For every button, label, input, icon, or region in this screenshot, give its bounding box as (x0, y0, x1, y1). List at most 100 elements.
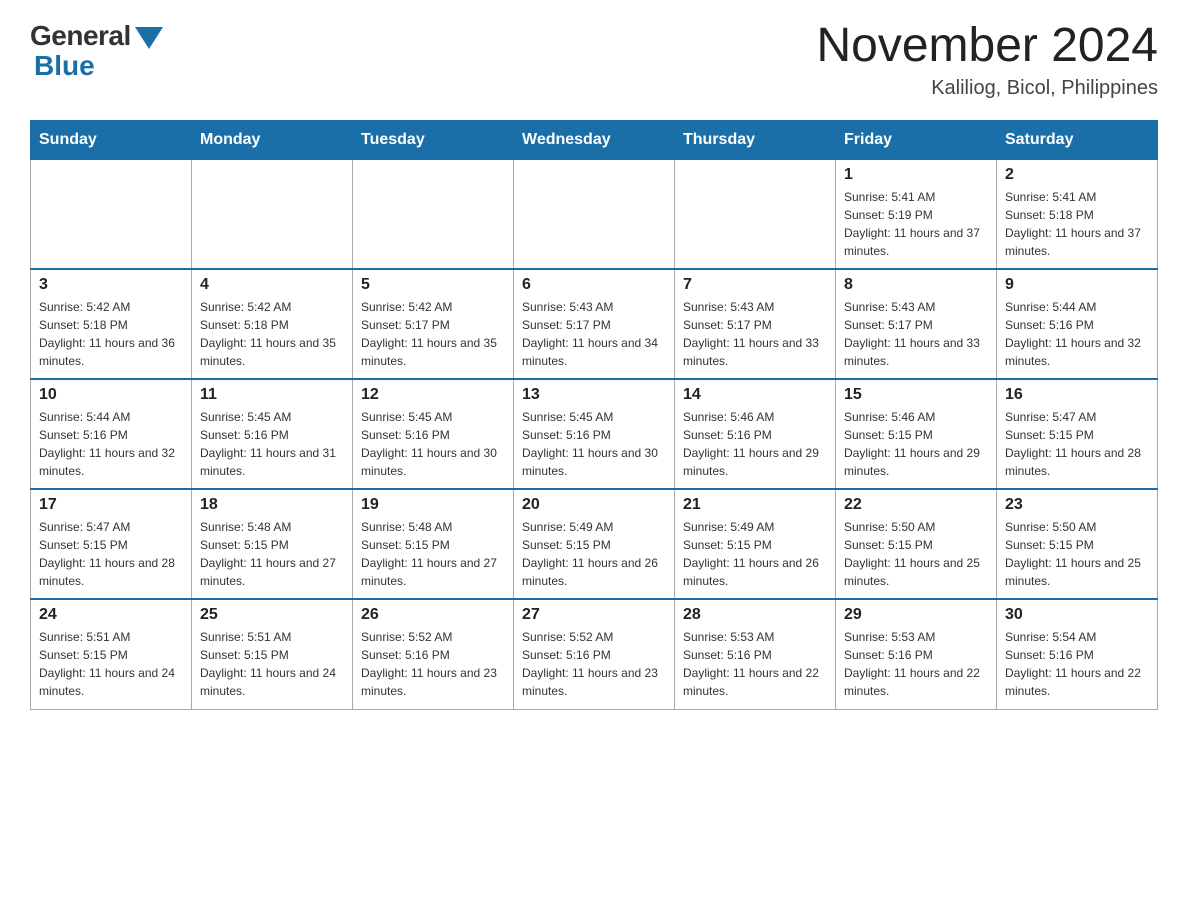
calendar-day-cell: 26 Sunrise: 5:52 AMSunset: 5:16 PMDayligh… (353, 599, 514, 709)
day-info: Sunrise: 5:43 AMSunset: 5:17 PMDaylight:… (844, 298, 988, 370)
day-info: Sunrise: 5:47 AMSunset: 5:15 PMDaylight:… (39, 518, 183, 590)
day-number: 19 (361, 496, 505, 514)
day-number: 17 (39, 496, 183, 514)
day-number: 4 (200, 276, 344, 294)
day-info: Sunrise: 5:52 AMSunset: 5:16 PMDaylight:… (361, 628, 505, 700)
logo: General Blue (30, 20, 163, 82)
day-number: 22 (844, 496, 988, 514)
calendar-day-cell: 18Sunrise: 5:48 AMSunset: 5:15 PMDayligh… (192, 489, 353, 599)
logo-arrow-icon (135, 27, 163, 49)
calendar-day-cell: 10 Sunrise: 5:44 AMSunset: 5:16 PMDayligh… (31, 379, 192, 489)
day-info: Sunrise: 5:52 AMSunset: 5:16 PMDaylight:… (522, 628, 666, 700)
day-number: 13 (522, 386, 666, 404)
day-info: Sunrise: 5:44 AMSunset: 5:16 PMDaylight:… (1005, 298, 1149, 370)
day-info: Sunrise: 5:42 AMSunset: 5:18 PMDaylight:… (200, 298, 344, 370)
calendar-day-cell: 28 Sunrise: 5:53 AMSunset: 5:16 PMDayligh… (675, 599, 836, 709)
calendar-week-row: 1 Sunrise: 5:41 AMSunset: 5:19 PMDaylight… (31, 159, 1158, 269)
calendar-day-cell: 7 Sunrise: 5:43 AMSunset: 5:17 PMDaylight… (675, 269, 836, 379)
day-info: Sunrise: 5:45 AMSunset: 5:16 PMDaylight:… (361, 408, 505, 480)
calendar-day-cell: 6 Sunrise: 5:43 AMSunset: 5:17 PMDaylight… (514, 269, 675, 379)
calendar-week-row: 10 Sunrise: 5:44 AMSunset: 5:16 PMDayligh… (31, 379, 1158, 489)
day-number: 3 (39, 276, 183, 294)
calendar-day-cell: 16 Sunrise: 5:47 AMSunset: 5:15 PMDayligh… (997, 379, 1158, 489)
day-info: Sunrise: 5:51 AMSunset: 5:15 PMDaylight:… (200, 628, 344, 700)
calendar-day-cell: 2Sunrise: 5:41 AMSunset: 5:18 PMDaylight… (997, 159, 1158, 269)
calendar-day-cell: 14Sunrise: 5:46 AMSunset: 5:16 PMDayligh… (675, 379, 836, 489)
day-number: 6 (522, 276, 666, 294)
calendar-day-cell (192, 159, 353, 269)
calendar-day-cell: 19Sunrise: 5:48 AMSunset: 5:15 PMDayligh… (353, 489, 514, 599)
calendar-day-cell: 25 Sunrise: 5:51 AMSunset: 5:15 PMDayligh… (192, 599, 353, 709)
calendar-week-row: 3 Sunrise: 5:42 AMSunset: 5:18 PMDaylight… (31, 269, 1158, 379)
calendar-day-cell: 27 Sunrise: 5:52 AMSunset: 5:16 PMDayligh… (514, 599, 675, 709)
day-number: 14 (683, 386, 827, 404)
day-info: Sunrise: 5:54 AMSunset: 5:16 PMDaylight:… (1005, 628, 1149, 700)
day-number: 8 (844, 276, 988, 294)
day-number: 7 (683, 276, 827, 294)
calendar-header-wednesday: Wednesday (514, 120, 675, 159)
day-info: Sunrise: 5:53 AMSunset: 5:16 PMDaylight:… (844, 628, 988, 700)
day-number: 9 (1005, 276, 1149, 294)
calendar-day-cell: 8 Sunrise: 5:43 AMSunset: 5:17 PMDaylight… (836, 269, 997, 379)
day-info: Sunrise: 5:53 AMSunset: 5:16 PMDaylight:… (683, 628, 827, 700)
day-number: 24 (39, 606, 183, 624)
logo-blue-text: Blue (30, 50, 95, 82)
calendar-header-friday: Friday (836, 120, 997, 159)
day-number: 30 (1005, 606, 1149, 624)
day-info: Sunrise: 5:45 AMSunset: 5:16 PMDaylight:… (522, 408, 666, 480)
day-info: Sunrise: 5:46 AMSunset: 5:15 PMDaylight:… (844, 408, 988, 480)
calendar-day-cell: 11 Sunrise: 5:45 AMSunset: 5:16 PMDayligh… (192, 379, 353, 489)
calendar-day-cell: 1 Sunrise: 5:41 AMSunset: 5:19 PMDaylight… (836, 159, 997, 269)
calendar-header-row: SundayMondayTuesdayWednesdayThursdayFrid… (31, 120, 1158, 159)
day-number: 11 (200, 386, 344, 404)
calendar-day-cell (31, 159, 192, 269)
day-info: Sunrise: 5:43 AMSunset: 5:17 PMDaylight:… (683, 298, 827, 370)
logo-top: General (30, 20, 163, 52)
day-info: Sunrise: 5:41 AMSunset: 5:18 PMDaylight:… (1005, 188, 1149, 260)
calendar-day-cell: 17 Sunrise: 5:47 AMSunset: 5:15 PMDayligh… (31, 489, 192, 599)
day-number: 10 (39, 386, 183, 404)
day-info: Sunrise: 5:49 AMSunset: 5:15 PMDaylight:… (522, 518, 666, 590)
day-number: 27 (522, 606, 666, 624)
calendar-header-tuesday: Tuesday (353, 120, 514, 159)
day-number: 21 (683, 496, 827, 514)
day-info: Sunrise: 5:47 AMSunset: 5:15 PMDaylight:… (1005, 408, 1149, 480)
calendar-day-cell (675, 159, 836, 269)
day-info: Sunrise: 5:42 AMSunset: 5:18 PMDaylight:… (39, 298, 183, 370)
day-info: Sunrise: 5:50 AMSunset: 5:15 PMDaylight:… (1005, 518, 1149, 590)
calendar-day-cell: 21 Sunrise: 5:49 AMSunset: 5:15 PMDayligh… (675, 489, 836, 599)
day-number: 16 (1005, 386, 1149, 404)
day-number: 28 (683, 606, 827, 624)
day-number: 20 (522, 496, 666, 514)
day-info: Sunrise: 5:44 AMSunset: 5:16 PMDaylight:… (39, 408, 183, 480)
calendar-header-sunday: Sunday (31, 120, 192, 159)
calendar-day-cell: 22Sunrise: 5:50 AMSunset: 5:15 PMDayligh… (836, 489, 997, 599)
calendar-day-cell: 5Sunrise: 5:42 AMSunset: 5:17 PMDaylight… (353, 269, 514, 379)
day-info: Sunrise: 5:45 AMSunset: 5:16 PMDaylight:… (200, 408, 344, 480)
day-number: 12 (361, 386, 505, 404)
day-info: Sunrise: 5:48 AMSunset: 5:15 PMDaylight:… (200, 518, 344, 590)
title-section: November 2024 Kaliliog, Bicol, Philippin… (816, 20, 1158, 100)
location-text: Kaliliog, Bicol, Philippines (816, 77, 1158, 100)
calendar-header-thursday: Thursday (675, 120, 836, 159)
day-info: Sunrise: 5:49 AMSunset: 5:15 PMDaylight:… (683, 518, 827, 590)
day-info: Sunrise: 5:51 AMSunset: 5:15 PMDaylight:… (39, 628, 183, 700)
day-number: 25 (200, 606, 344, 624)
day-info: Sunrise: 5:42 AMSunset: 5:17 PMDaylight:… (361, 298, 505, 370)
day-info: Sunrise: 5:41 AMSunset: 5:19 PMDaylight:… (844, 188, 988, 260)
calendar-day-cell: 24 Sunrise: 5:51 AMSunset: 5:15 PMDayligh… (31, 599, 192, 709)
calendar-day-cell: 4 Sunrise: 5:42 AMSunset: 5:18 PMDaylight… (192, 269, 353, 379)
page-header: General Blue November 2024 Kaliliog, Bic… (30, 20, 1158, 100)
calendar-day-cell: 20 Sunrise: 5:49 AMSunset: 5:15 PMDayligh… (514, 489, 675, 599)
calendar-day-cell: 12 Sunrise: 5:45 AMSunset: 5:16 PMDayligh… (353, 379, 514, 489)
day-number: 26 (361, 606, 505, 624)
calendar-week-row: 24 Sunrise: 5:51 AMSunset: 5:15 PMDayligh… (31, 599, 1158, 709)
calendar-table: SundayMondayTuesdayWednesdayThursdayFrid… (30, 120, 1158, 710)
calendar-day-cell (353, 159, 514, 269)
calendar-week-row: 17 Sunrise: 5:47 AMSunset: 5:15 PMDayligh… (31, 489, 1158, 599)
day-number: 23 (1005, 496, 1149, 514)
calendar-day-cell: 9 Sunrise: 5:44 AMSunset: 5:16 PMDaylight… (997, 269, 1158, 379)
day-info: Sunrise: 5:43 AMSunset: 5:17 PMDaylight:… (522, 298, 666, 370)
day-number: 1 (844, 166, 988, 184)
month-title: November 2024 (816, 20, 1158, 73)
